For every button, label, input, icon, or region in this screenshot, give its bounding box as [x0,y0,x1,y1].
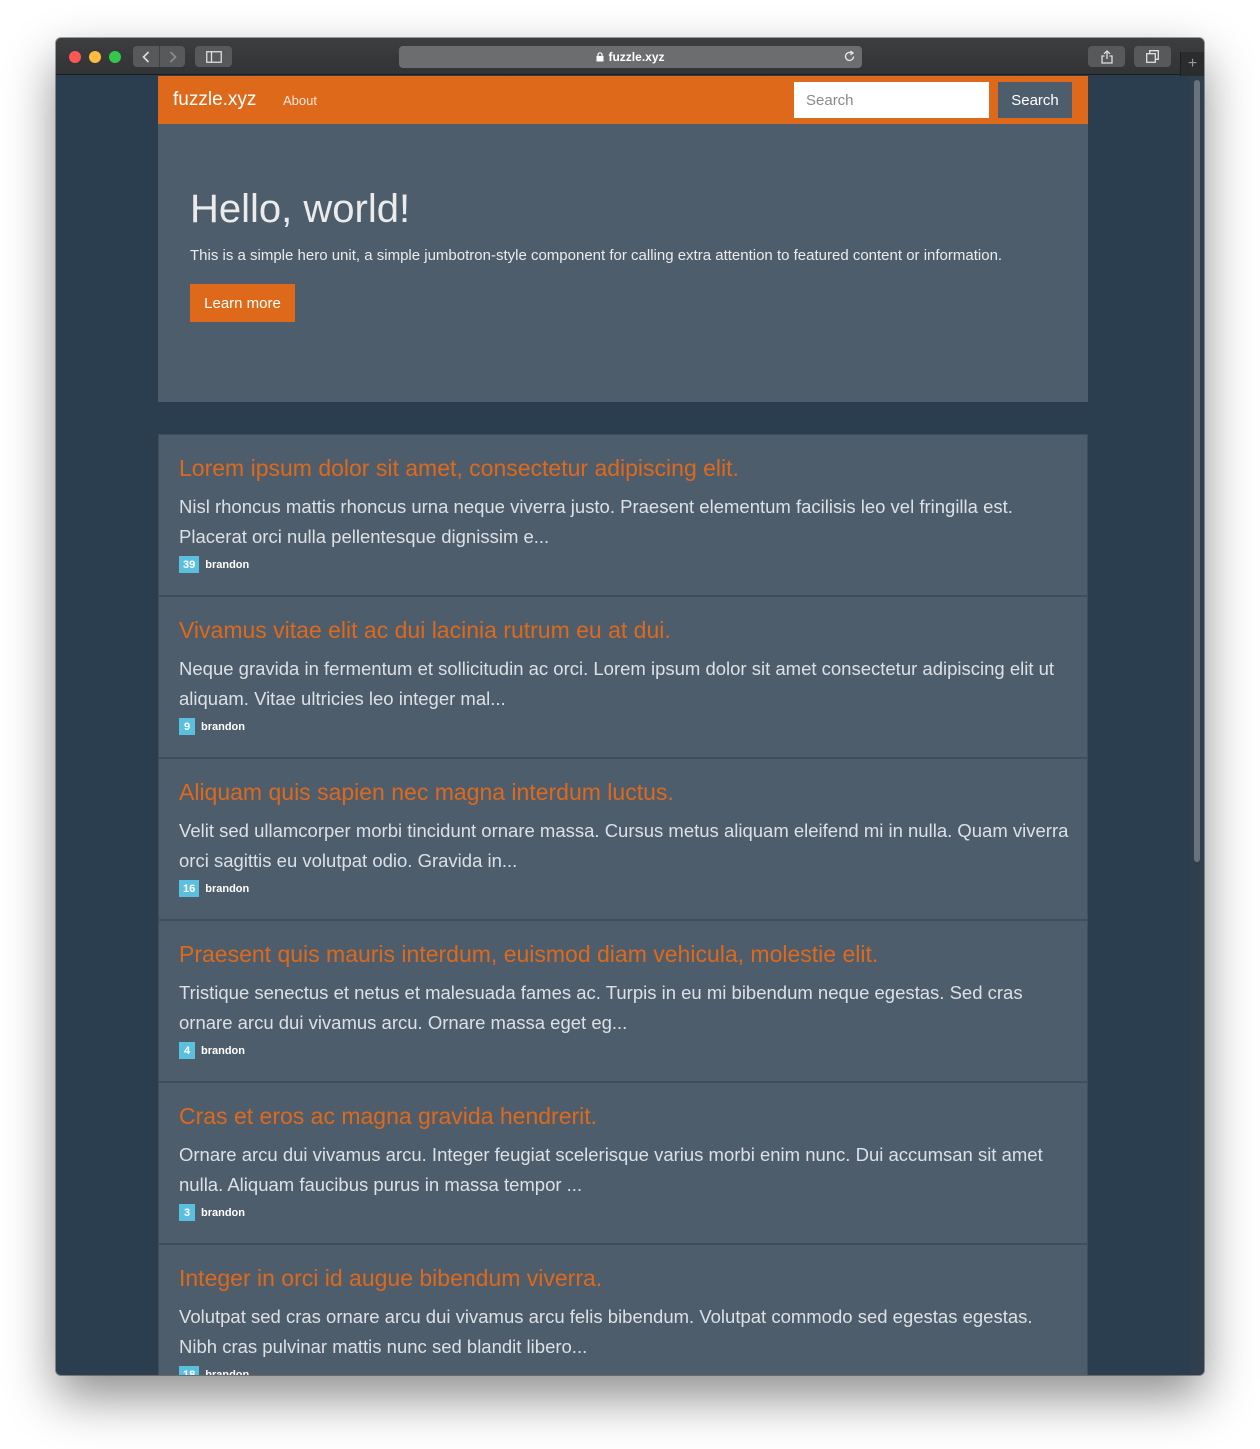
browser-toolbar: fuzzle.xyz [56,38,1204,75]
lock-icon [596,52,604,62]
post-title-link[interactable]: Aliquam quis sapien nec magna interdum l… [179,779,674,806]
post-excerpt: Tristique senectus et netus et malesuada… [179,982,1023,1033]
post-meta: 16 brandon [179,880,249,897]
site-brand-link[interactable]: fuzzle.xyz [173,89,256,111]
post-author[interactable]: brandon [201,721,245,733]
score-badge: 16 [179,880,200,897]
post-excerpt: Volutpat sed cras ornare arcu dui vivamu… [179,1306,1033,1357]
score-badge: 3 [179,1204,195,1221]
back-button[interactable] [133,46,159,67]
chevron-left-icon [142,50,150,63]
list-item: Lorem ipsum dolor sit amet, consectetur … [158,435,1088,597]
list-item: Vivamus vitae elit ac dui lacinia rutrum… [158,597,1088,759]
post-author[interactable]: brandon [201,1045,245,1057]
zoom-window-button[interactable] [109,51,121,63]
search-input[interactable] [794,82,989,118]
page-scrollbar[interactable] [1190,76,1204,1375]
score-badge: 39 [179,556,200,573]
post-title-link[interactable]: Integer in orci id augue bibendum viverr… [179,1265,602,1292]
list-item: Aliquam quis sapien nec magna interdum l… [158,759,1088,921]
new-tab-button[interactable]: + [1180,52,1204,76]
post-meta: 39 brandon [179,556,249,573]
post-author[interactable]: brandon [205,1369,249,1376]
share-button[interactable] [1088,46,1125,67]
address-bar[interactable]: fuzzle.xyz [399,46,862,68]
post-list: Lorem ipsum dolor sit amet, consectetur … [158,434,1088,1375]
post-excerpt: Nisl rhoncus mattis rhoncus urna neque v… [179,496,1013,547]
hero-title: Hello, world! [190,187,411,231]
hero-jumbotron: Hello, world! This is a simple hero unit… [158,124,1088,402]
share-icon [1100,49,1113,64]
post-meta: 18 brandon [179,1366,249,1375]
forward-button[interactable] [159,46,185,67]
learn-more-button[interactable]: Learn more [190,284,295,322]
score-badge: 4 [179,1042,195,1059]
post-author[interactable]: brandon [205,883,249,895]
post-author[interactable]: brandon [205,559,249,571]
history-nav [133,46,185,67]
close-window-button[interactable] [69,51,81,63]
post-title-link[interactable]: Praesent quis mauris interdum, euismod d… [179,941,878,968]
scrollbar-thumb[interactable] [1194,80,1200,862]
plus-icon: + [1187,55,1198,72]
search-button[interactable]: Search [998,82,1072,118]
site-navbar: fuzzle.xyz About Search [158,76,1088,124]
page-viewport: fuzzle.xyz About Search Hello, world! Th… [56,76,1204,1375]
list-item: Cras et eros ac magna gravida hendrerit.… [158,1083,1088,1245]
show-tabs-button[interactable] [1134,46,1171,67]
nav-link-about[interactable]: About [283,93,317,108]
post-excerpt: Neque gravida in fermentum et sollicitud… [179,658,1055,709]
list-item: Praesent quis mauris interdum, euismod d… [158,921,1088,1083]
list-item: Integer in orci id augue bibendum viverr… [158,1245,1088,1375]
url-text: fuzzle.xyz [608,50,665,64]
minimize-window-button[interactable] [89,51,101,63]
sidebar-icon [205,50,222,63]
post-excerpt: Velit sed ullamcorper morbi tincidunt or… [179,820,1069,871]
tabs-overview-icon [1146,50,1159,63]
post-title-link[interactable]: Lorem ipsum dolor sit amet, consectetur … [179,455,739,482]
post-title-link[interactable]: Cras et eros ac magna gravida hendrerit. [179,1103,597,1130]
score-badge: 9 [179,718,195,735]
hero-text: This is a simple hero unit, a simple jum… [190,247,1003,264]
page-container: fuzzle.xyz About Search Hello, world! Th… [158,76,1088,1375]
post-excerpt: Ornare arcu dui vivamus arcu. Integer fe… [179,1144,1043,1195]
sidebar-toggle-button[interactable] [195,46,232,67]
chevron-right-icon [169,50,177,63]
reload-icon[interactable] [843,50,856,63]
browser-window: fuzzle.xyz + fuzzle.xyz About Search Hel… [56,38,1204,1375]
post-title-link[interactable]: Vivamus vitae elit ac dui lacinia rutrum… [179,617,671,644]
post-meta: 3 brandon [179,1204,245,1221]
score-badge: 18 [179,1366,200,1375]
post-author[interactable]: brandon [201,1207,245,1219]
post-meta: 4 brandon [179,1042,245,1059]
post-meta: 9 brandon [179,718,245,735]
